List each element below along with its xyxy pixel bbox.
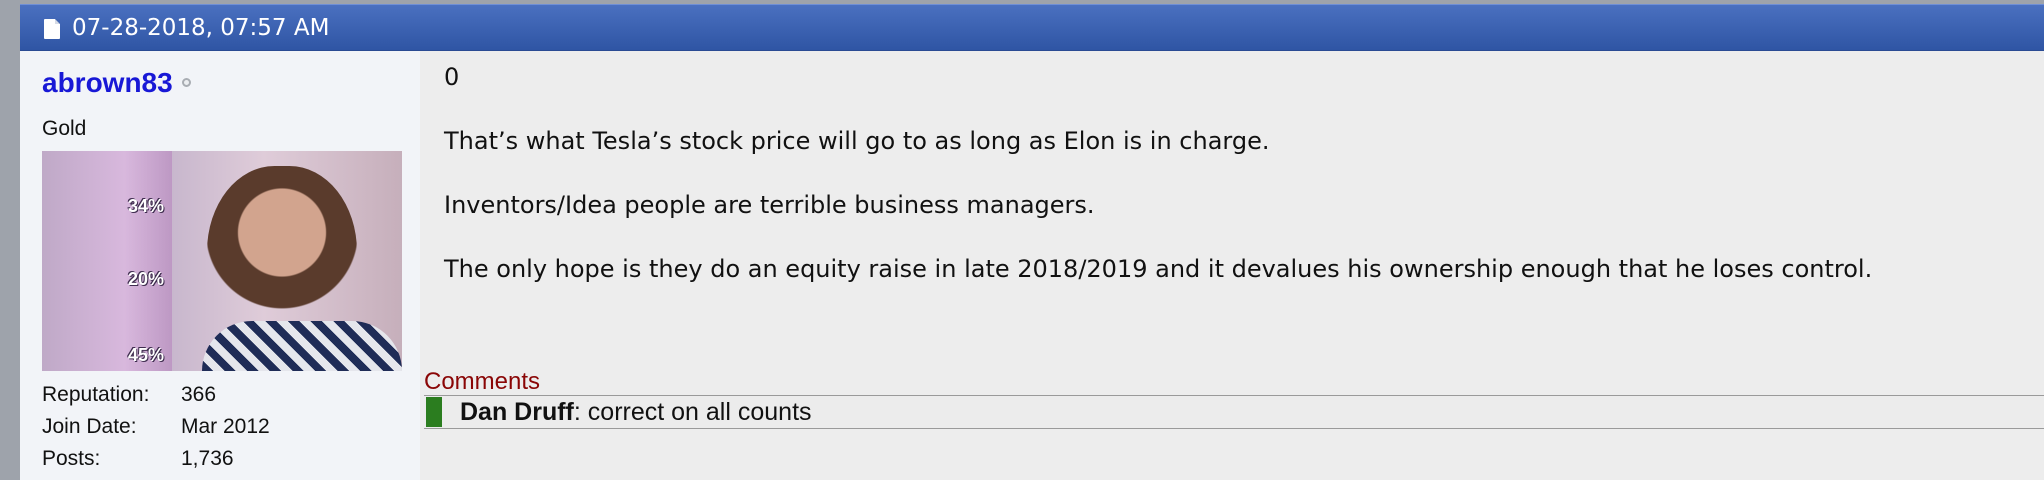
join-date-label: Join Date: xyxy=(42,415,137,438)
username-link[interactable]: abrown83 xyxy=(42,67,173,99)
message-paragraph: That’s what Tesla’s stock price will go … xyxy=(444,127,1270,155)
comment-marker xyxy=(426,397,442,427)
comments-heading: Comments xyxy=(424,368,541,395)
avatar-percent-bottom: 45% xyxy=(128,345,165,365)
user-rank-title: Gold xyxy=(42,117,87,140)
avatar-sweater xyxy=(202,321,402,371)
avatar-left-panel xyxy=(42,151,192,371)
message-paragraph: Inventors/Idea people are terrible busin… xyxy=(444,191,1095,219)
user-info-panel: abrown83 Gold 34% 20% 45% Reputation: 36… xyxy=(20,51,420,480)
post-header: 07-28-2018, 07:57 AM xyxy=(20,4,2044,51)
document-icon xyxy=(44,19,60,39)
user-avatar: 34% 20% 45% xyxy=(42,151,402,371)
message-paragraph: The only hope is they do an equity raise… xyxy=(444,255,1873,283)
posts-value: 1,736 xyxy=(181,447,234,470)
comment-author-link[interactable]: Dan Druff xyxy=(460,398,574,426)
forum-post: 07-28-2018, 07:57 AM abrown83 Gold 34% 2… xyxy=(20,4,2044,480)
comment-separator: : xyxy=(573,398,588,426)
join-date-value: Mar 2012 xyxy=(181,415,270,438)
posts-label: Posts: xyxy=(42,447,101,470)
post-date: 07-28-2018, 07:57 AM xyxy=(72,15,330,41)
comment-body: correct on all counts xyxy=(587,398,812,426)
reputation-value: 366 xyxy=(181,383,217,406)
offline-status-icon xyxy=(182,78,191,87)
comment-row: Dan Druff: correct on all counts xyxy=(424,395,2044,429)
comment-text: Dan Druff: correct on all counts xyxy=(460,397,812,427)
avatar-percent-top: 34% xyxy=(128,196,165,216)
reputation-label: Reputation: xyxy=(42,383,150,406)
message-paragraph: 0 xyxy=(444,63,460,91)
avatar-percent-middle: 20% xyxy=(128,269,165,289)
